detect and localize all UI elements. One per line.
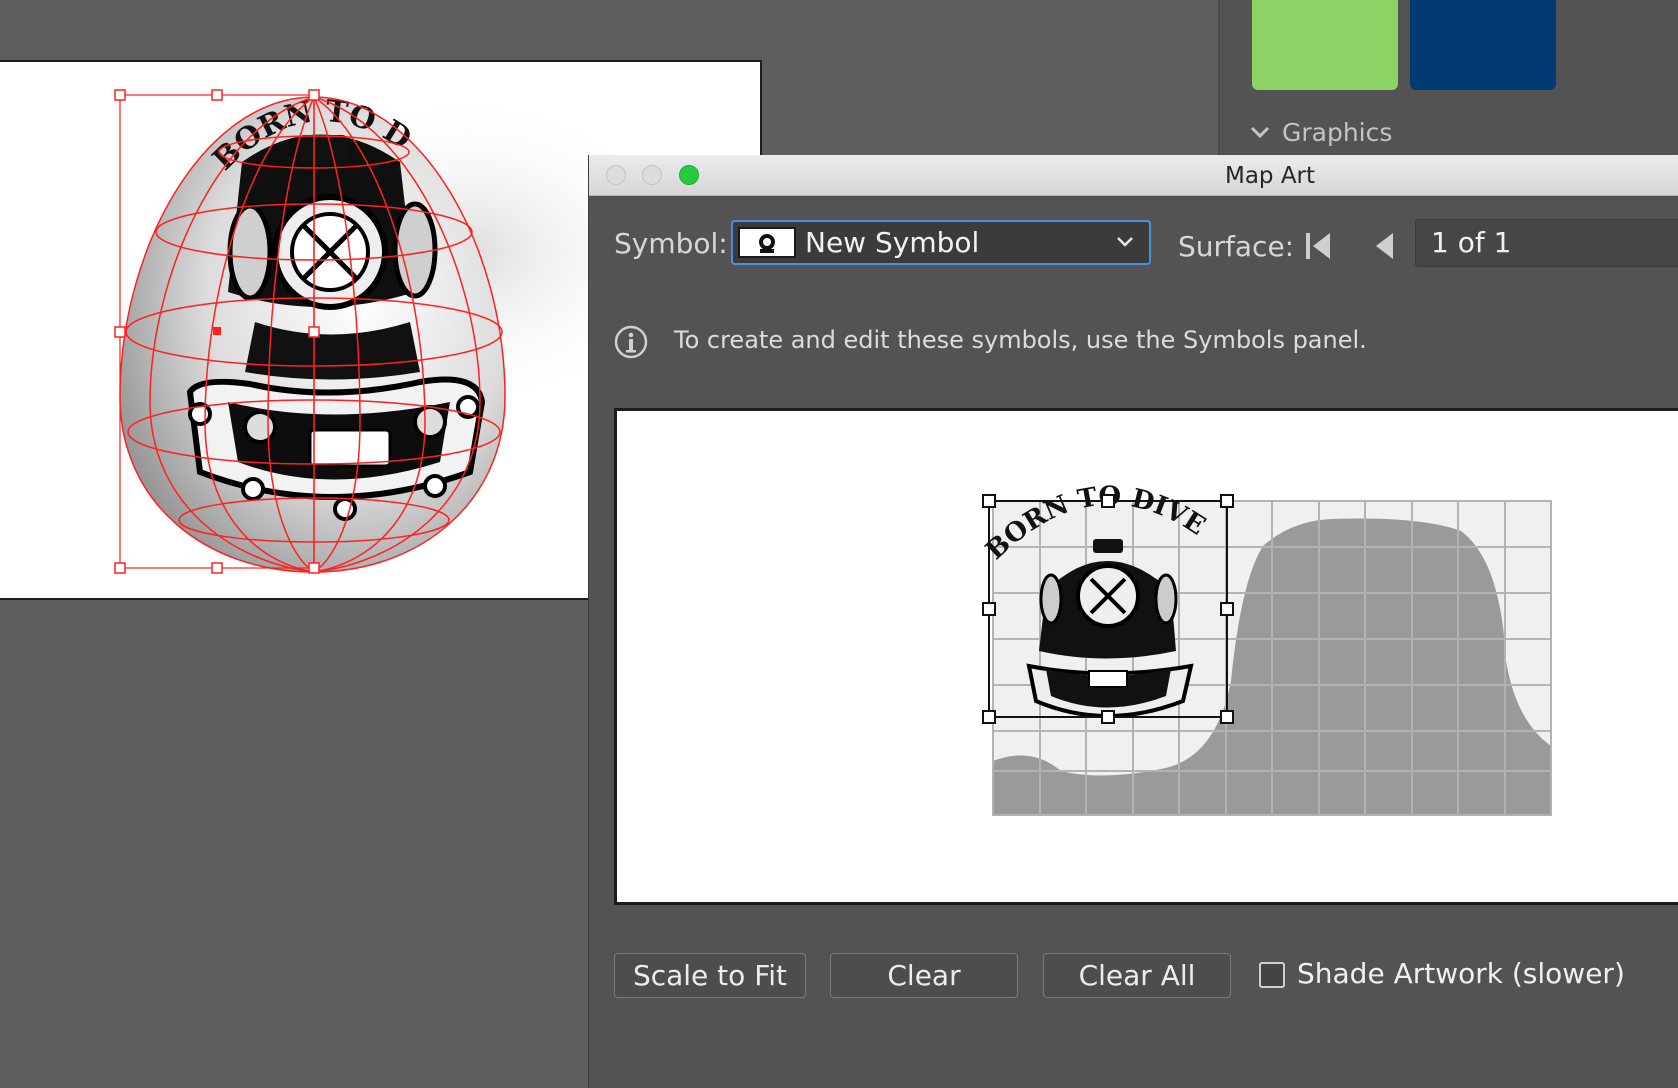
info-message: To create and edit these symbols, use th… xyxy=(674,326,1367,354)
graphics-section-label: Graphics xyxy=(1282,118,1393,147)
shade-artwork-checkbox[interactable] xyxy=(1259,962,1285,988)
clear-all-button[interactable]: Clear All xyxy=(1043,953,1231,998)
graphics-section-header[interactable]: Graphics xyxy=(1250,118,1392,147)
swatches-panel: Graphics xyxy=(1218,0,1678,160)
symbol-dropdown[interactable]: New Symbol xyxy=(731,220,1151,265)
symbol-selected-value: New Symbol xyxy=(805,226,980,259)
clear-button[interactable]: Clear xyxy=(830,953,1018,998)
dialog-titlebar[interactable]: Map Art xyxy=(589,155,1678,196)
first-surface-icon[interactable] xyxy=(1304,231,1332,261)
info-icon xyxy=(614,325,648,359)
surface-label: Surface: xyxy=(1178,230,1295,263)
chevron-down-icon xyxy=(1250,126,1270,138)
surface-map-grid xyxy=(992,500,1552,816)
surface-page-field[interactable]: 1 of 1 xyxy=(1415,219,1678,267)
shade-artwork-label[interactable]: Shade Artwork (slower) xyxy=(1297,957,1625,990)
symbol-label: Symbol: xyxy=(614,227,728,260)
color-swatch-navy[interactable] xyxy=(1410,0,1556,90)
map-art-dialog: Map Art Symbol: New Symbol Surface: 1 of… xyxy=(588,155,1678,1088)
previous-surface-icon[interactable] xyxy=(1373,231,1395,261)
dialog-title: Map Art xyxy=(1224,163,1316,189)
color-swatch-green[interactable] xyxy=(1252,0,1398,90)
diving-helmet-artwork: BORN TO DIVE xyxy=(0,62,486,521)
chevron-down-icon xyxy=(1117,237,1133,247)
map-art-preview[interactable]: BORN TO DIVE xyxy=(614,408,1678,905)
symbol-thumbnail xyxy=(738,227,796,258)
diving-helmet-icon xyxy=(759,233,775,253)
scale-to-fit-button[interactable]: Scale to Fit xyxy=(614,953,806,998)
